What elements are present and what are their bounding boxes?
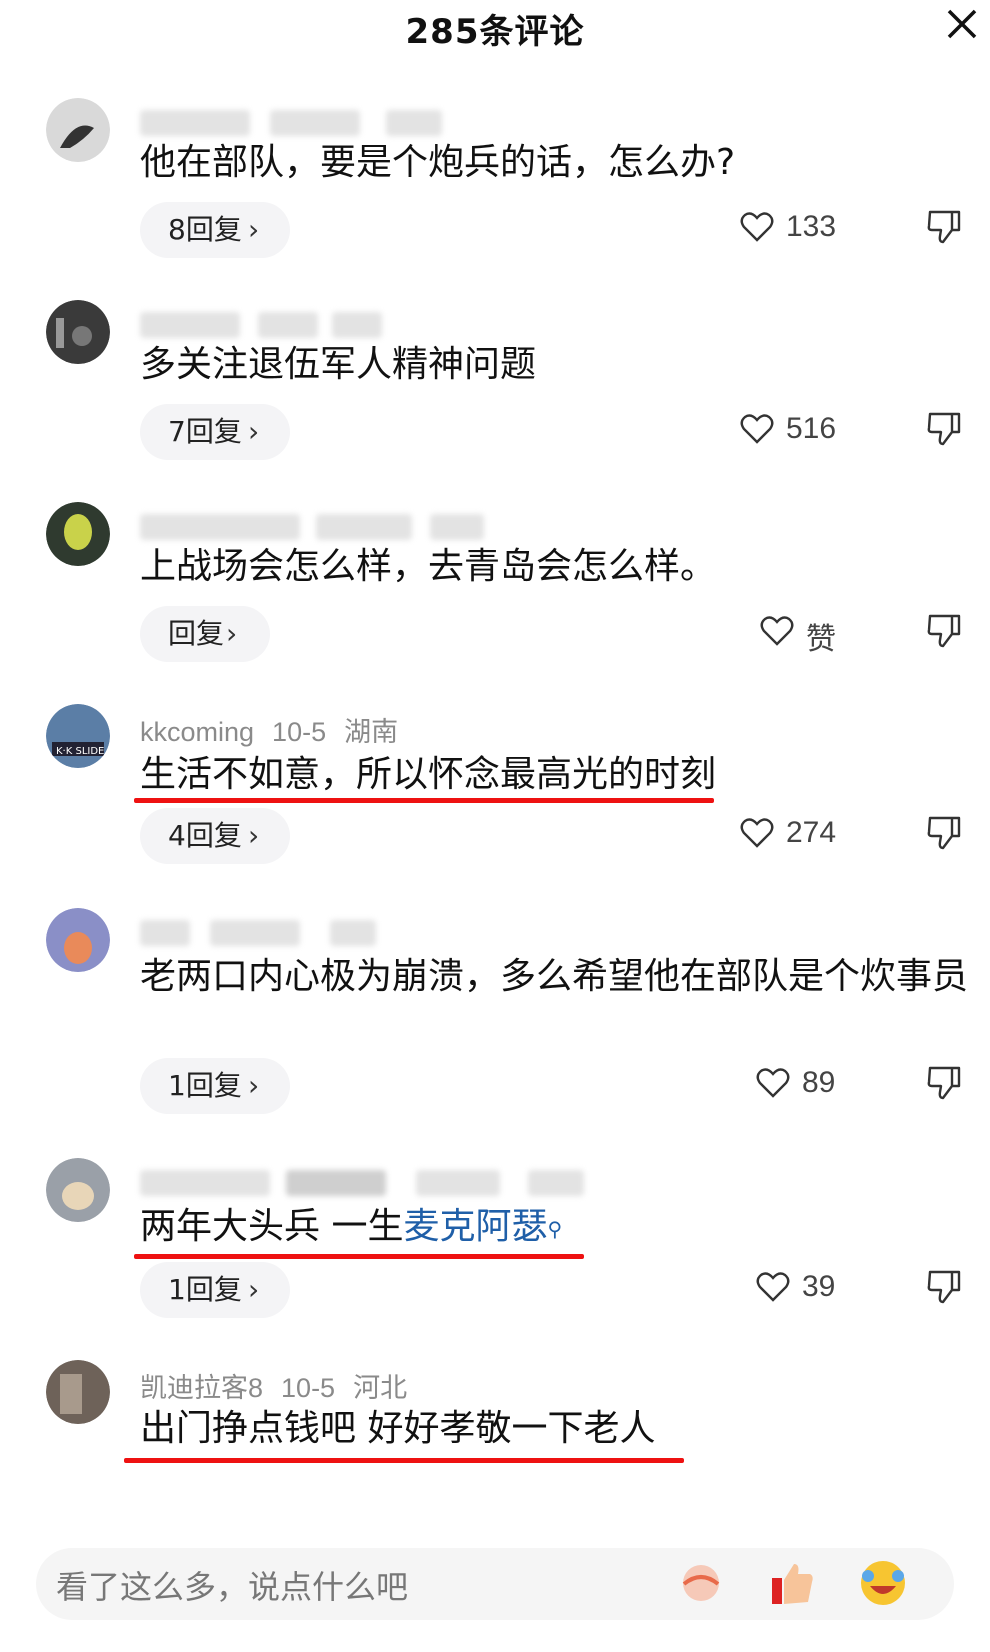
- replies-count: 1回复: [168, 1273, 242, 1306]
- chevron-right-icon: ›: [248, 819, 260, 852]
- avatar[interactable]: K·K SLIDE: [46, 704, 110, 768]
- replies-button[interactable]: 7回复 ›: [140, 404, 290, 460]
- avatar[interactable]: [46, 1158, 110, 1222]
- like-button[interactable]: 133: [740, 204, 870, 254]
- comment-text: 生活不如意，所以怀念最高光的时刻: [140, 754, 717, 795]
- red-underline: [134, 1254, 584, 1259]
- username-blurred: [140, 914, 480, 948]
- username[interactable]: kkcoming: [140, 717, 254, 747]
- thumbs-down-icon[interactable]: [926, 1064, 966, 1108]
- username[interactable]: 凯迪拉客8: [140, 1373, 263, 1403]
- comment-input-placeholder: 看了这么多，说点什么吧: [56, 1568, 409, 1606]
- username-blurred: [140, 306, 480, 340]
- replies-button[interactable]: 8回复 ›: [140, 202, 290, 258]
- heart-icon: [740, 818, 774, 848]
- comment-item: 老两口内心极为崩溃，多么希望他在部队是个炊事员 1回复 › 89: [0, 908, 990, 1138]
- comment-item: 上战场会怎么样，去青岛会怎么样。 回复 › 赞: [0, 502, 990, 682]
- replies-count: 1回复: [168, 1069, 242, 1102]
- comment-date: 10-5: [272, 717, 327, 747]
- comment-text: 他在部队，要是个炮兵的话，怎么办?: [140, 142, 736, 183]
- heart-icon: [740, 414, 774, 444]
- thumbs-down-icon[interactable]: [926, 1268, 966, 1312]
- username-blurred: [140, 1164, 584, 1198]
- comment-text: 多关注退伍军人精神问题: [140, 344, 537, 385]
- comment-item: 两年大头兵 一生麦克阿瑟⚲ 1回复 › 39: [0, 1158, 990, 1338]
- like-count: 133: [786, 210, 837, 243]
- thumbs-down-icon[interactable]: [926, 612, 966, 656]
- like-button[interactable]: 赞: [760, 608, 890, 658]
- like-button[interactable]: 89: [756, 1060, 886, 1110]
- avatar[interactable]: [46, 502, 110, 566]
- replies-count: 回复: [168, 617, 225, 650]
- comment-input-bar: 看了这么多，说点什么吧: [0, 1538, 990, 1652]
- comment-region: 湖南: [344, 717, 399, 747]
- replies-count: 8回复: [168, 213, 242, 246]
- like-count: 274: [786, 816, 837, 849]
- username-blurred: [140, 104, 480, 138]
- thumbs-up-emoji-icon[interactable]: [768, 1558, 818, 1608]
- comment-text: 出门挣点钱吧 好好孝敬一下老人: [140, 1408, 656, 1449]
- like-button[interactable]: 274: [740, 810, 870, 860]
- chevron-right-icon: ›: [248, 415, 260, 448]
- like-count: 516: [786, 412, 837, 445]
- comment-region: 河北: [353, 1373, 408, 1403]
- heart-icon: [740, 212, 774, 242]
- comment-item: 凯迪拉客8 10-5 河北 出门挣点钱吧 好好孝敬一下老人: [0, 1360, 990, 1480]
- red-underline: [124, 1458, 684, 1463]
- heart-icon: [756, 1068, 790, 1098]
- avatar[interactable]: [46, 300, 110, 364]
- comment-item: 多关注退伍军人精神问题 7回复 › 516: [0, 300, 990, 480]
- chevron-right-icon: ›: [248, 213, 260, 246]
- thumbs-down-icon[interactable]: [926, 410, 966, 454]
- comment-meta: kkcoming 10-5 湖南: [140, 710, 416, 749]
- comment-text: 上战场会怎么样，去青岛会怎么样。: [140, 546, 717, 587]
- comment-meta: 凯迪拉客8 10-5 河北: [140, 1366, 425, 1405]
- avatar[interactable]: [46, 98, 110, 162]
- chevron-right-icon: ›: [226, 617, 238, 650]
- search-link[interactable]: 麦克阿瑟: [403, 1206, 547, 1247]
- replies-button[interactable]: 1回复 ›: [140, 1058, 290, 1114]
- thumbs-down-icon[interactable]: [926, 208, 966, 252]
- comment-item: 他在部队，要是个炮兵的话，怎么办? 8回复 › 133: [0, 98, 990, 278]
- comment-date: 10-5: [281, 1373, 336, 1403]
- like-count: 赞: [806, 623, 836, 656]
- search-icon[interactable]: ⚲: [547, 1217, 562, 1241]
- replies-count: 4回复: [168, 819, 242, 852]
- avatar[interactable]: [46, 908, 110, 972]
- handshake-emoji-icon[interactable]: [676, 1558, 726, 1608]
- replies-button[interactable]: 回复 ›: [140, 606, 270, 662]
- comment-text: 两年大头兵 一生麦克阿瑟⚲: [140, 1202, 976, 1252]
- like-count: 39: [802, 1270, 836, 1303]
- comment-text-plain: 两年大头兵 一生: [140, 1206, 404, 1247]
- laughing-emoji-icon[interactable]: [858, 1558, 908, 1608]
- replies-count: 7回复: [168, 415, 242, 448]
- comment-item: K·K SLIDE kkcoming 10-5 湖南 生活不如意，所以怀念最高光的时…: [0, 704, 990, 884]
- username-blurred: [140, 508, 484, 542]
- chevron-right-icon: ›: [248, 1273, 260, 1306]
- comments-header: 285条评论: [0, 0, 990, 60]
- svg-text:K·K SLIDE: K·K SLIDE: [56, 746, 104, 757]
- comment-text: 老两口内心极为崩溃，多么希望他在部队是个炊事员: [140, 956, 969, 997]
- heart-icon: [756, 1272, 790, 1302]
- close-icon[interactable]: [944, 6, 980, 42]
- red-underline: [134, 798, 714, 803]
- thumbs-down-icon[interactable]: [926, 814, 966, 858]
- replies-button[interactable]: 1回复 ›: [140, 1262, 290, 1318]
- chevron-right-icon: ›: [248, 1069, 260, 1102]
- replies-button[interactable]: 4回复 ›: [140, 808, 290, 864]
- like-button[interactable]: 39: [756, 1264, 886, 1314]
- avatar[interactable]: [46, 1360, 110, 1424]
- like-count: 89: [802, 1066, 836, 1099]
- like-button[interactable]: 516: [740, 406, 870, 456]
- comments-title: 285条评论: [405, 12, 585, 52]
- heart-icon: [760, 616, 794, 646]
